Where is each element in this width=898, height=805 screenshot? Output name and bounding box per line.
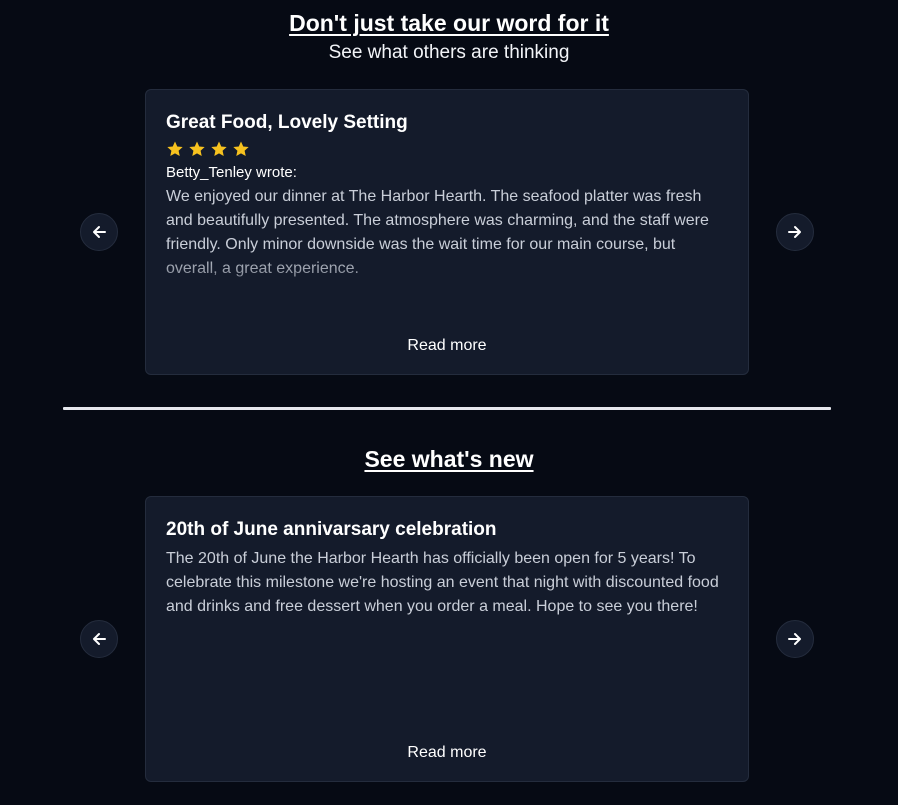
news-body: The 20th of June the Harbor Hearth has o… bbox=[166, 550, 719, 615]
arrow-right-icon bbox=[787, 224, 803, 240]
reviews-prev-button[interactable] bbox=[80, 213, 118, 251]
section-divider bbox=[63, 407, 831, 410]
arrow-left-icon bbox=[91, 631, 107, 647]
news-section-title: See what's new bbox=[364, 446, 534, 472]
review-author: Betty_Tenley wrote: bbox=[166, 164, 297, 181]
reviews-section-title: Don't just take our word for it bbox=[289, 10, 609, 36]
news-prev-button[interactable] bbox=[80, 620, 118, 658]
review-read-more-button[interactable]: Read more bbox=[146, 336, 748, 356]
reviews-next-button[interactable] bbox=[776, 213, 814, 251]
news-next-button[interactable] bbox=[776, 620, 814, 658]
arrow-right-icon bbox=[787, 631, 803, 647]
star-icon bbox=[211, 141, 227, 157]
page: Don't just take our word for it See what… bbox=[0, 0, 898, 805]
star-rating bbox=[166, 140, 728, 158]
reviews-section-subtitle: See what others are thinking bbox=[328, 42, 570, 63]
star-icon bbox=[233, 141, 249, 157]
arrow-left-icon bbox=[91, 224, 107, 240]
news-read-more-button[interactable]: Read more bbox=[146, 743, 748, 763]
review-title: Great Food, Lovely Setting bbox=[166, 112, 408, 133]
review-card: Great Food, Lovely Setting Betty_Tenley … bbox=[145, 89, 749, 375]
news-title: 20th of June annivarsary celebration bbox=[166, 519, 497, 540]
review-body: We enjoyed our dinner at The Harbor Hear… bbox=[166, 188, 709, 277]
news-card: 20th of June annivarsary celebration The… bbox=[145, 496, 749, 782]
star-icon bbox=[167, 141, 183, 157]
star-icon bbox=[189, 141, 205, 157]
